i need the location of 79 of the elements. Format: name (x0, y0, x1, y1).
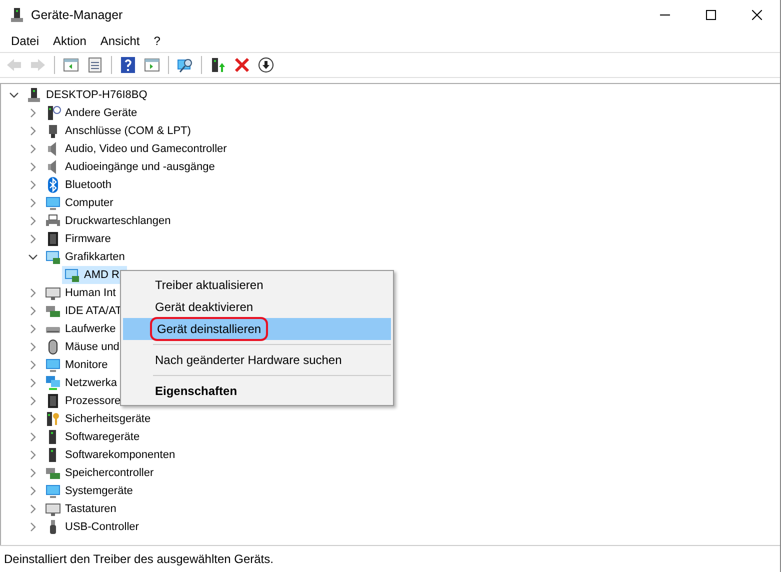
expand-chevron-icon[interactable] (28, 216, 38, 226)
chip-icon (45, 393, 61, 409)
menu-item[interactable]: Aktion (46, 34, 94, 48)
window-title: Geräte-Manager (31, 8, 123, 22)
monitor-icon (45, 483, 61, 499)
expand-chevron-icon[interactable] (28, 126, 38, 136)
expand-chevron-icon[interactable] (28, 360, 38, 370)
expand-chevron-icon[interactable] (28, 108, 38, 118)
tree-item[interactable]: IDE ATA/AT (43, 302, 124, 320)
tree-item[interactable]: Grafikkarten (43, 248, 127, 266)
tree-item[interactable]: Prozessore (43, 392, 123, 410)
expand-chevron-icon[interactable] (28, 342, 38, 352)
context-menu-item[interactable]: Eigenschaften (123, 380, 391, 402)
down-arrow-icon[interactable] (256, 55, 276, 75)
expand-chevron-icon[interactable] (28, 396, 38, 406)
expand-chevron-icon[interactable] (28, 468, 38, 478)
tree-item[interactable]: Netzwerka (43, 374, 119, 392)
monitor-icon (45, 195, 61, 211)
tree-item[interactable]: Softwarekomponenten (43, 446, 178, 464)
tree-item[interactable]: Human Int (43, 284, 118, 302)
tree-item[interactable]: Anschlüsse (COM & LPT) (43, 122, 193, 140)
menu-item[interactable]: Ansicht (93, 34, 147, 48)
expand-chevron-icon[interactable] (28, 324, 38, 334)
card-icon (45, 465, 61, 481)
collapse-chevron-icon[interactable] (28, 252, 38, 262)
tree-item[interactable]: Audio, Video und Gamecontroller (43, 140, 229, 158)
tree-item[interactable]: DESKTOP-H76I8BQ (24, 86, 150, 104)
expand-chevron-icon[interactable] (28, 432, 38, 442)
device-manager-icon (9, 7, 25, 23)
menu-item[interactable]: ? (146, 34, 168, 48)
tree-item[interactable]: Tastaturen (43, 500, 118, 518)
collapse-chevron-icon[interactable] (9, 90, 19, 100)
menu-item[interactable]: Datei (4, 34, 46, 48)
network-icon (45, 375, 61, 391)
tree-item[interactable]: Druckwarteschlangen (43, 212, 173, 230)
context-menu-item[interactable]: Nach geänderter Hardware suchen (123, 349, 391, 371)
expand-chevron-icon[interactable] (28, 198, 38, 208)
tree-item[interactable]: Audioeingänge und -ausgänge (43, 158, 217, 176)
tree-item[interactable]: Bluetooth (43, 176, 114, 194)
tree-item[interactable]: Mäuse und (43, 338, 122, 356)
expand-chevron-icon[interactable] (28, 144, 38, 154)
graphics-icon (45, 249, 61, 265)
tree-item[interactable]: Systemgeräte (43, 482, 135, 500)
tree-item[interactable]: Monitore (43, 356, 110, 374)
monitor-icon (45, 357, 61, 373)
expand-chevron-icon[interactable] (28, 180, 38, 190)
expand-chevron-icon[interactable] (28, 522, 38, 532)
status-bar: Deinstalliert den Treiber des ausgewählten Geräts. (0, 545, 780, 572)
expand-chevron-icon[interactable] (28, 288, 38, 298)
expand-chevron-icon[interactable] (28, 414, 38, 424)
bluetooth-icon (45, 177, 61, 193)
computer-icon (26, 87, 42, 103)
tree-item[interactable]: Softwaregeräte (43, 428, 142, 446)
tree-item[interactable]: Andere Geräte (43, 104, 140, 122)
graphics-icon (64, 267, 80, 283)
expand-chevron-icon[interactable] (28, 450, 38, 460)
context-menu-item[interactable]: Gerät deaktivieren (123, 296, 391, 318)
expand-chevron-icon[interactable] (28, 486, 38, 496)
expand-chevron-icon[interactable] (28, 504, 38, 514)
tree-item[interactable]: Speichercontroller (43, 464, 156, 482)
maximize-icon (706, 10, 716, 20)
key-icon (45, 411, 61, 427)
tree-item[interactable]: Sicherheitsgeräte (43, 410, 153, 428)
expand-chevron-icon[interactable] (28, 378, 38, 388)
tree-item[interactable]: AMD R (62, 266, 128, 284)
close-icon (752, 10, 762, 20)
card-icon (45, 303, 61, 319)
printer-icon (45, 213, 61, 229)
close-icon[interactable] (232, 55, 252, 75)
tree-item[interactable]: Computer (43, 194, 116, 212)
tree-item[interactable]: Firmware (43, 230, 113, 248)
chip-icon (45, 231, 61, 247)
help-icon[interactable] (118, 55, 138, 75)
expand-chevron-icon[interactable] (28, 234, 38, 244)
expand-chevron-icon[interactable] (28, 162, 38, 172)
expand-chevron-icon[interactable] (28, 306, 38, 316)
context-menu-item[interactable]: Gerät deinstallieren (123, 318, 391, 340)
tree-item[interactable]: Laufwerke (43, 320, 118, 338)
tree-item[interactable]: USB-Controller (43, 518, 141, 536)
